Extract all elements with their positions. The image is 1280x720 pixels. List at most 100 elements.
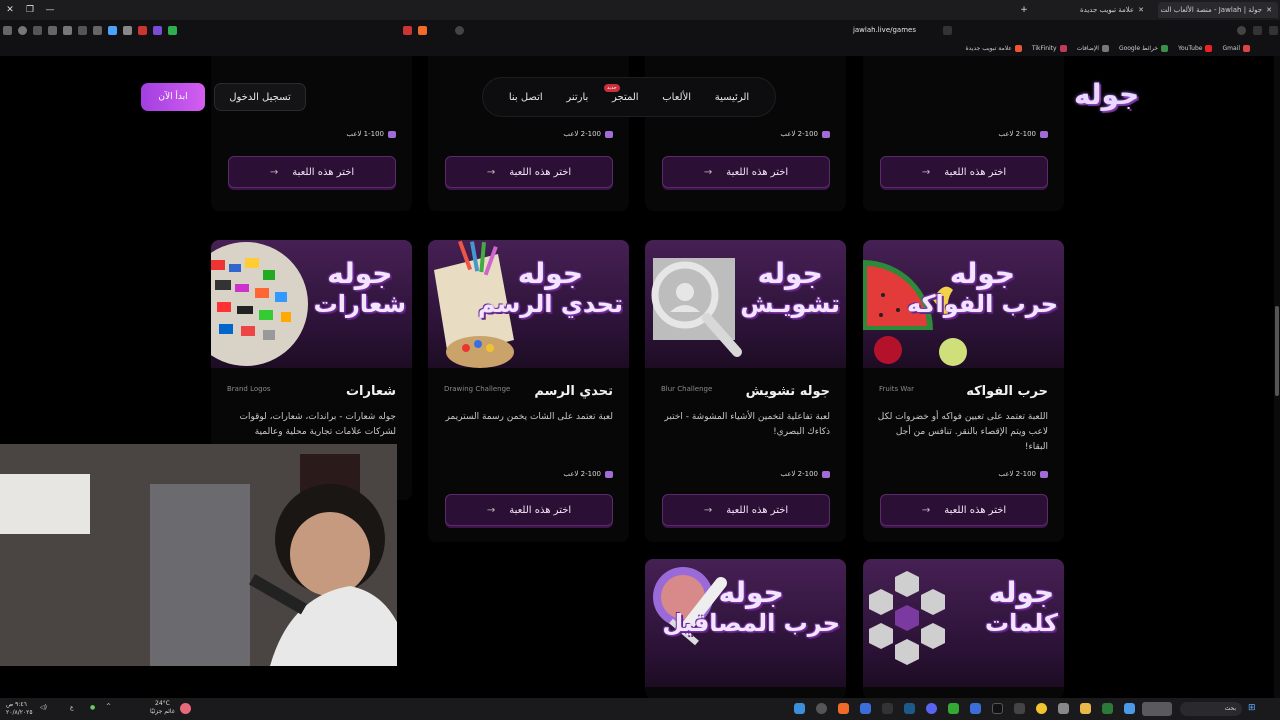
game-thumbnail: جوله حرب الفواكه bbox=[863, 240, 1064, 368]
game-card-drawing[interactable]: جوله تحدي الرسم تحدي الرسم Drawing Challe… bbox=[428, 240, 629, 542]
scrollbar-thumb[interactable] bbox=[1275, 306, 1279, 396]
choose-game-button[interactable]: اختر هذه اللعبة → bbox=[445, 156, 613, 188]
extension-icon[interactable] bbox=[153, 25, 162, 35]
menu-icon[interactable] bbox=[3, 25, 12, 35]
choose-game-button[interactable]: اختر هذه اللعبة → bbox=[445, 494, 613, 526]
time-label: ٩:٤٦ ص bbox=[6, 701, 27, 708]
bookmark-new-tab[interactable]: علامة تبويب جديدة bbox=[966, 44, 1022, 52]
bookmark-icon[interactable] bbox=[943, 25, 952, 35]
url-text: jawlah.live/games bbox=[852, 26, 916, 34]
back-icon[interactable] bbox=[1253, 25, 1262, 35]
nav-games[interactable]: الألعاب bbox=[662, 92, 691, 103]
app-icon[interactable] bbox=[860, 703, 871, 714]
extension-icon[interactable] bbox=[33, 25, 42, 35]
choose-game-button[interactable]: اختر هذه اللعبة → bbox=[662, 494, 830, 526]
clock[interactable]: ٩:٤٦ ص ٢٠/٨/٢٠٢٥ bbox=[6, 701, 33, 717]
nav-contact[interactable]: اتصل بنا bbox=[509, 92, 543, 103]
choose-game-button[interactable]: اختر هذه اللعبة → bbox=[880, 156, 1048, 188]
tiktok-icon[interactable] bbox=[992, 703, 1003, 714]
app-icon[interactable] bbox=[1102, 703, 1113, 714]
browser-toolbar bbox=[0, 20, 1280, 40]
language-indicator[interactable]: ع bbox=[70, 704, 74, 711]
chevron-up-icon[interactable]: ^ bbox=[106, 703, 111, 710]
bookmark-label: Gmail bbox=[1222, 44, 1240, 52]
address-bar[interactable]: jawlah.live/games bbox=[720, 23, 920, 37]
app-icon[interactable] bbox=[1124, 703, 1135, 714]
page-scrollbar[interactable] bbox=[1274, 56, 1280, 698]
bookmark-maps[interactable]: خرائط Google bbox=[1118, 44, 1169, 52]
extension-icon[interactable] bbox=[48, 25, 57, 35]
arrow-left-icon: → bbox=[269, 166, 279, 178]
windows-start-icon[interactable]: ⊞ bbox=[1248, 703, 1256, 713]
app-icon[interactable] bbox=[882, 703, 893, 714]
logo-line1: جوله bbox=[988, 576, 1055, 609]
webcam-feed-image bbox=[0, 444, 397, 666]
nav-home[interactable]: الرئيسية bbox=[715, 92, 749, 103]
game-thumbnail: جوله شعارات bbox=[211, 240, 412, 368]
share-icon[interactable] bbox=[455, 25, 464, 35]
new-tab-icon[interactable]: + bbox=[1014, 0, 1034, 20]
bookmark-extensions[interactable]: الإضافات bbox=[1077, 44, 1109, 52]
players-label: 2-100 لاعب bbox=[780, 470, 818, 478]
extension-icon[interactable] bbox=[138, 25, 147, 35]
taskbar-search[interactable]: بحث bbox=[1180, 702, 1242, 716]
extension-icon[interactable] bbox=[63, 25, 72, 35]
start-now-button[interactable]: ابدأ الآن bbox=[141, 83, 205, 111]
game-card-fruits-war[interactable]: جوله حرب الفواكه حرب الفواكه Fruits War ا… bbox=[863, 240, 1064, 542]
app-icon[interactable] bbox=[1058, 703, 1069, 714]
app-icon[interactable] bbox=[1014, 703, 1025, 714]
extension-icon[interactable] bbox=[168, 25, 177, 35]
arrow-left-icon: → bbox=[703, 166, 713, 178]
close-window-icon[interactable]: ✕ bbox=[0, 0, 20, 20]
chrome-icon[interactable] bbox=[1036, 703, 1047, 714]
nav-partner[interactable]: بارتنر bbox=[566, 92, 588, 103]
brave-shield-icon[interactable] bbox=[418, 25, 427, 35]
speaker-icon[interactable]: ◁) bbox=[40, 704, 47, 711]
game-card-blur[interactable]: جوله تشويـش جوله تشويش Blur Challenge لعب… bbox=[645, 240, 846, 542]
tab-close-icon[interactable]: ✕ bbox=[1266, 6, 1272, 14]
discord-icon[interactable] bbox=[926, 703, 937, 714]
nav-store[interactable]: المتجر جديد bbox=[603, 83, 639, 103]
extension-icon[interactable] bbox=[93, 25, 102, 35]
brand-logo[interactable]: جوله bbox=[1074, 78, 1139, 111]
game-thumbnail: جوله تحدي الرسم bbox=[428, 240, 629, 368]
login-button[interactable]: تسجيل الدخول bbox=[214, 83, 306, 111]
game-subtitle: Drawing Challenge bbox=[444, 385, 511, 393]
logo-line2: كلمات bbox=[985, 609, 1058, 637]
app-icon[interactable] bbox=[794, 703, 805, 714]
shield-icon[interactable] bbox=[18, 25, 27, 35]
xbox-icon[interactable] bbox=[948, 703, 959, 714]
choose-label: اختر هذه اللعبة bbox=[726, 504, 789, 516]
bookmark-youtube[interactable]: YouTube bbox=[1178, 44, 1213, 52]
choose-game-button[interactable]: اختر هذه اللعبة → bbox=[880, 494, 1048, 526]
bookmark-gmail[interactable]: Gmail bbox=[1222, 44, 1250, 52]
extension-icon[interactable] bbox=[108, 25, 117, 35]
mic-icon[interactable]: ● bbox=[90, 704, 95, 711]
app-icon[interactable] bbox=[970, 703, 981, 714]
tab-new[interactable]: ✕ علامة تبويب جديدة bbox=[1030, 2, 1150, 18]
brave-icon[interactable] bbox=[838, 703, 849, 714]
bookmark-label: خرائط Google bbox=[1118, 44, 1159, 52]
tab-close-icon[interactable]: ✕ bbox=[1138, 6, 1144, 14]
logo-line2: تشويـش bbox=[740, 290, 840, 318]
players-count: 2-100 لاعب bbox=[780, 130, 830, 138]
music-icon[interactable] bbox=[78, 25, 87, 35]
file-explorer-icon[interactable] bbox=[1080, 703, 1091, 714]
game-card-sword-war[interactable]: جوله حرب المصاقيل bbox=[645, 559, 846, 698]
bookmark-tikfinity[interactable]: TikFinity bbox=[1032, 44, 1067, 52]
reload-icon[interactable] bbox=[1237, 25, 1246, 35]
app-icon[interactable] bbox=[816, 703, 827, 714]
choose-label: اختر هذه اللعبة bbox=[944, 166, 1007, 178]
restore-window-icon[interactable]: ❐ bbox=[20, 0, 40, 20]
brave-rewards-icon[interactable] bbox=[403, 25, 412, 35]
steam-icon[interactable] bbox=[904, 703, 915, 714]
tab-jawlah[interactable]: ✕ جولة | Jawlah - منصة الألعاب الت bbox=[1158, 2, 1278, 18]
choose-game-button[interactable]: اختر هذه اللعبة → bbox=[228, 156, 396, 188]
minimize-window-icon[interactable]: — bbox=[40, 0, 60, 20]
choose-game-button[interactable]: اختر هذه اللعبة → bbox=[662, 156, 830, 188]
forward-icon[interactable] bbox=[1269, 25, 1278, 35]
game-card: 1-100 لاعب اختر هذه اللعبة → bbox=[211, 56, 412, 211]
extension-icon[interactable] bbox=[123, 25, 132, 35]
game-card-words[interactable]: جوله كلمات bbox=[863, 559, 1064, 698]
weather-widget[interactable]: 24°C غائم جزئيًا bbox=[150, 700, 175, 716]
